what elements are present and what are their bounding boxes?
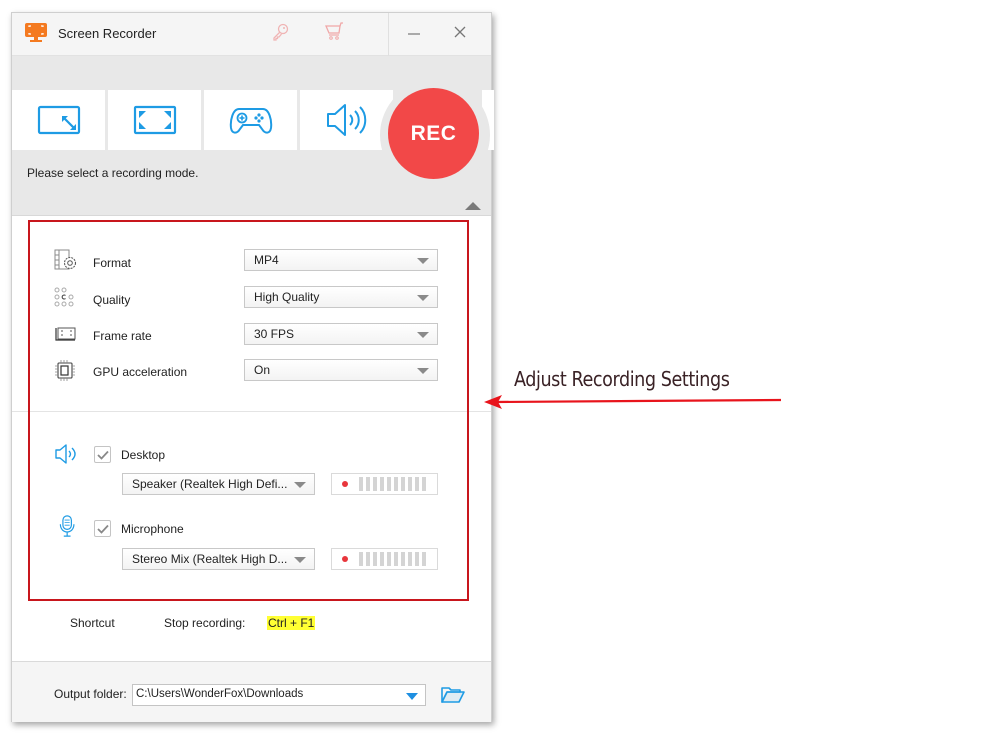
screen-recorder-logo-icon: [25, 23, 47, 42]
level-indicator-dot: [342, 556, 348, 562]
output-folder-input[interactable]: C:\Users\WonderFox\Downloads: [132, 684, 426, 706]
minimize-icon: [408, 33, 420, 35]
desktop-audio-checkbox[interactable]: [94, 446, 111, 463]
gpu-acceleration-label: GPU acceleration: [93, 365, 188, 379]
microphone-level-meter: [331, 548, 438, 570]
desktop-audio-device-select[interactable]: Speaker (Realtek High Defi...: [122, 473, 315, 495]
region-resize-icon: [37, 105, 80, 135]
close-button[interactable]: [445, 19, 475, 45]
level-bar: [401, 477, 405, 491]
window-title: Screen Recorder: [58, 26, 157, 41]
desktop-audio-label: Desktop: [121, 448, 166, 462]
close-icon: [454, 26, 466, 38]
microphone-device-value: Stereo Mix (Realtek High D...: [132, 552, 288, 566]
annotation-arrow-icon: [484, 395, 782, 409]
screen-recorder-window: Screen Recorder REC Please select a reco…: [11, 12, 494, 722]
region-mode-button[interactable]: [12, 90, 105, 150]
quality-label: Quality: [93, 293, 131, 307]
gpu-chip-icon: [55, 360, 75, 381]
level-bar: [394, 552, 398, 566]
format-select[interactable]: MP4: [244, 249, 438, 271]
level-bar: [408, 477, 412, 491]
desktop-audio-speaker-icon: [55, 444, 76, 464]
format-value: MP4: [254, 253, 279, 267]
level-bar: [359, 477, 363, 491]
frame-rate-label: Frame rate: [93, 329, 152, 343]
speaker-icon: [326, 104, 366, 136]
quality-select[interactable]: High Quality: [244, 286, 438, 308]
microphone-icon: [59, 515, 75, 537]
microphone-label: Microphone: [121, 522, 184, 536]
chevron-down-icon: [417, 368, 429, 374]
title-bar: Screen Recorder: [12, 13, 491, 56]
level-bar: [387, 552, 391, 566]
rec-button[interactable]: REC: [388, 88, 479, 179]
frame-rate-select[interactable]: 30 FPS: [244, 323, 438, 345]
level-bar: [387, 477, 391, 491]
game-mode-button[interactable]: [204, 90, 297, 150]
level-bar: [366, 552, 370, 566]
output-folder-path: C:\Users\WonderFox\Downloads: [136, 688, 304, 700]
microphone-checkbox[interactable]: [94, 520, 111, 537]
section-divider: [12, 411, 491, 412]
open-folder-icon[interactable]: [441, 686, 465, 704]
register-button[interactable]: [266, 19, 296, 45]
frame-rate-icon: [55, 327, 76, 341]
chevron-down-icon: [417, 295, 429, 301]
chevron-down-icon: [417, 258, 429, 264]
level-bar: [373, 477, 377, 491]
stop-recording-shortcut-key[interactable]: Ctrl + F1: [267, 616, 316, 630]
level-bar: [415, 552, 419, 566]
mode-hint-text: Please select a recording mode.: [27, 166, 199, 180]
level-bar: [401, 552, 405, 566]
format-gear-icon: [54, 249, 77, 270]
gpu-acceleration-select[interactable]: On: [244, 359, 438, 381]
checkmark-icon: [96, 450, 109, 460]
format-label: Format: [93, 256, 132, 270]
microphone-device-select[interactable]: Stereo Mix (Realtek High D...: [122, 548, 315, 570]
annotation-label: Adjust Recording Settings: [514, 367, 730, 391]
level-bar: [422, 552, 426, 566]
level-bar: [373, 552, 377, 566]
gamepad-icon: [229, 108, 272, 134]
chevron-down-icon: [294, 482, 306, 488]
level-bar: [366, 477, 370, 491]
level-bar: [380, 552, 384, 566]
buy-button[interactable]: [320, 19, 350, 45]
fullscreen-mode-button[interactable]: [108, 90, 201, 150]
recording-mode-panel: REC Please select a recording mode.: [12, 56, 494, 216]
collapse-panel-button[interactable]: [465, 202, 481, 210]
fullscreen-icon: [133, 105, 176, 135]
desktop-audio-device-value: Speaker (Realtek High Defi...: [132, 477, 288, 491]
quality-value: High Quality: [254, 290, 320, 304]
shortcut-label: Shortcut: [70, 616, 115, 630]
level-bar: [422, 477, 426, 491]
checkmark-icon: [96, 524, 109, 534]
chevron-down-icon[interactable]: [406, 693, 418, 700]
level-bar: [408, 552, 412, 566]
chevron-down-icon: [294, 557, 306, 563]
level-bar: [380, 477, 384, 491]
desktop-audio-level-meter: [331, 473, 438, 495]
output-folder-label: Output folder:: [54, 687, 127, 701]
level-indicator-dot: [342, 481, 348, 487]
chevron-down-icon: [417, 332, 429, 338]
output-folder-bar: Output folder: C:\Users\WonderFox\Downlo…: [12, 661, 491, 722]
level-bar: [394, 477, 398, 491]
key-icon: [273, 23, 289, 41]
gpu-acceleration-value: On: [254, 363, 271, 377]
cart-icon: [325, 22, 343, 40]
level-bar: [415, 477, 419, 491]
stop-recording-label: Stop recording:: [164, 616, 246, 630]
title-bar-separator: [388, 13, 389, 56]
quality-dots-icon: [54, 287, 74, 307]
minimize-button[interactable]: [399, 19, 429, 45]
level-bar: [359, 552, 363, 566]
audio-only-mode-button[interactable]: [300, 90, 393, 150]
frame-rate-value: 30 FPS: [254, 327, 295, 341]
